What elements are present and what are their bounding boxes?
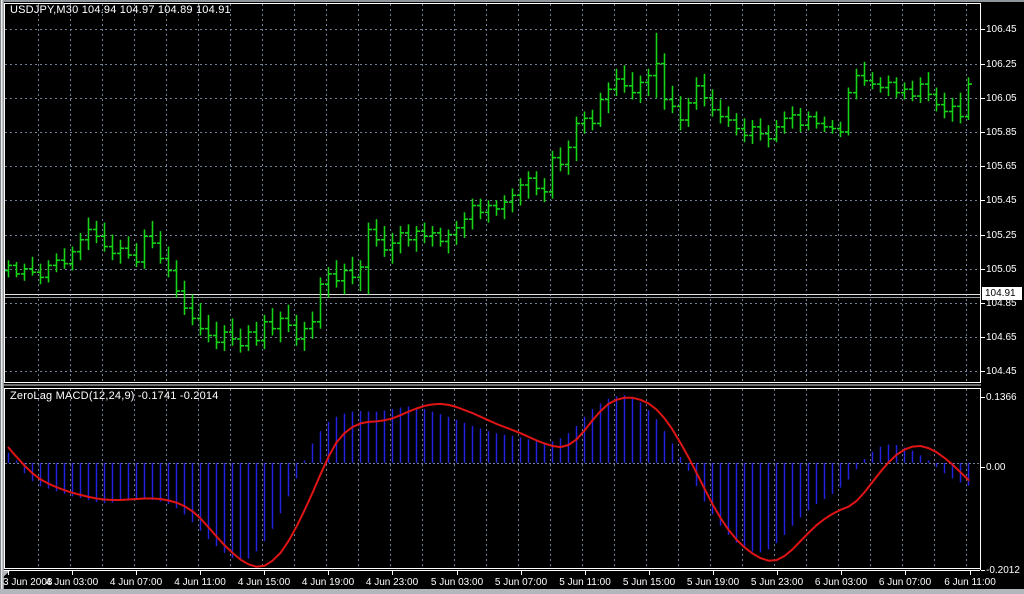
price-chart-panel[interactable] [4, 3, 981, 383]
time-tick-label: 4 Jun 15:00 [237, 577, 291, 588]
price-tick [981, 269, 985, 270]
time-tick-label: 4 Jun 23:00 [365, 577, 419, 588]
time-tick-label: 4 Jun 03:00 [45, 577, 99, 588]
window-edge-bottom [0, 589, 1024, 594]
indicator-tick-label: 0.1366 [986, 392, 1017, 403]
time-tick [649, 571, 650, 575]
current-price-label: 104.91 [982, 287, 1022, 300]
price-chart-canvas[interactable] [5, 4, 980, 382]
price-tick-label: 105.45 [986, 195, 1017, 206]
time-tick-label: 5 Jun 03:00 [430, 577, 484, 588]
indicator-label: ZeroLag MACD(12,24,9) -0.1741 -0.2014 [10, 390, 219, 402]
time-tick [136, 571, 137, 575]
time-tick-label: 5 Jun 23:00 [750, 577, 804, 588]
price-tick-label: 105.05 [986, 264, 1017, 275]
price-tick [981, 200, 985, 201]
price-tick-label: 105.25 [986, 230, 1017, 241]
mt4-chart-window: { "window": { "symbol_period": "USDJPY,M… [0, 0, 1024, 594]
price-tick [981, 371, 985, 372]
time-tick [72, 571, 73, 575]
time-tick [521, 571, 522, 575]
price-tick [981, 303, 985, 304]
indicator-panel[interactable] [4, 388, 981, 569]
time-tick [392, 571, 393, 575]
price-tick-label: 104.65 [986, 332, 1017, 343]
price-tick [981, 337, 985, 338]
price-tick [981, 235, 985, 236]
window-edge-top [0, 0, 1024, 2]
price-tick [981, 29, 985, 30]
time-tick [841, 571, 842, 575]
time-tick-label: 6 Jun 11:00 [944, 577, 996, 588]
indicator-tick [981, 397, 985, 398]
time-tick-label: 5 Jun 19:00 [686, 577, 740, 588]
price-tick-label: 106.05 [986, 93, 1017, 104]
price-tick-label: 106.45 [986, 24, 1017, 35]
time-tick [777, 571, 778, 575]
time-tick [713, 571, 714, 575]
time-tick [328, 571, 329, 575]
time-tick-label: 4 Jun 07:00 [109, 577, 163, 588]
time-tick [905, 571, 906, 575]
time-tick-label: 4 Jun 11:00 [174, 577, 226, 588]
time-tick-label: 4 Jun 19:00 [301, 577, 355, 588]
chart-title: USDJPY,M30 104.94 104.97 104.89 104.91 [10, 4, 231, 16]
price-tick-label: 106.25 [986, 59, 1017, 70]
time-tick-label: 6 Jun 03:00 [814, 577, 868, 588]
time-tick-label: 6 Jun 07:00 [878, 577, 932, 588]
time-tick [8, 571, 9, 575]
time-tick-label: 5 Jun 07:00 [494, 577, 548, 588]
time-tick [457, 571, 458, 575]
price-tick [981, 98, 985, 99]
indicator-tick [981, 467, 985, 468]
time-tick [970, 571, 971, 575]
price-tick [981, 166, 985, 167]
price-tick [981, 64, 985, 65]
time-tick-label: 5 Jun 11:00 [559, 577, 611, 588]
indicator-scale[interactable]: 0.1366 0.00 -0.2012 [981, 385, 1024, 576]
price-tick-label: 105.85 [986, 127, 1017, 138]
time-tick [585, 571, 586, 575]
indicator-tick-label: 0.00 [986, 462, 1006, 473]
time-tick [264, 571, 265, 575]
time-scale[interactable]: 3 Jun 2008 4 Jun 03:00 4 Jun 07:00 4 Jun 11… [0, 570, 1024, 589]
time-tick [200, 571, 201, 575]
price-tick-label: 105.65 [986, 161, 1017, 172]
price-tick-label: 104.45 [986, 366, 1017, 377]
indicator-canvas[interactable] [5, 389, 980, 568]
price-tick [981, 132, 985, 133]
time-tick-label: 5 Jun 15:00 [622, 577, 676, 588]
